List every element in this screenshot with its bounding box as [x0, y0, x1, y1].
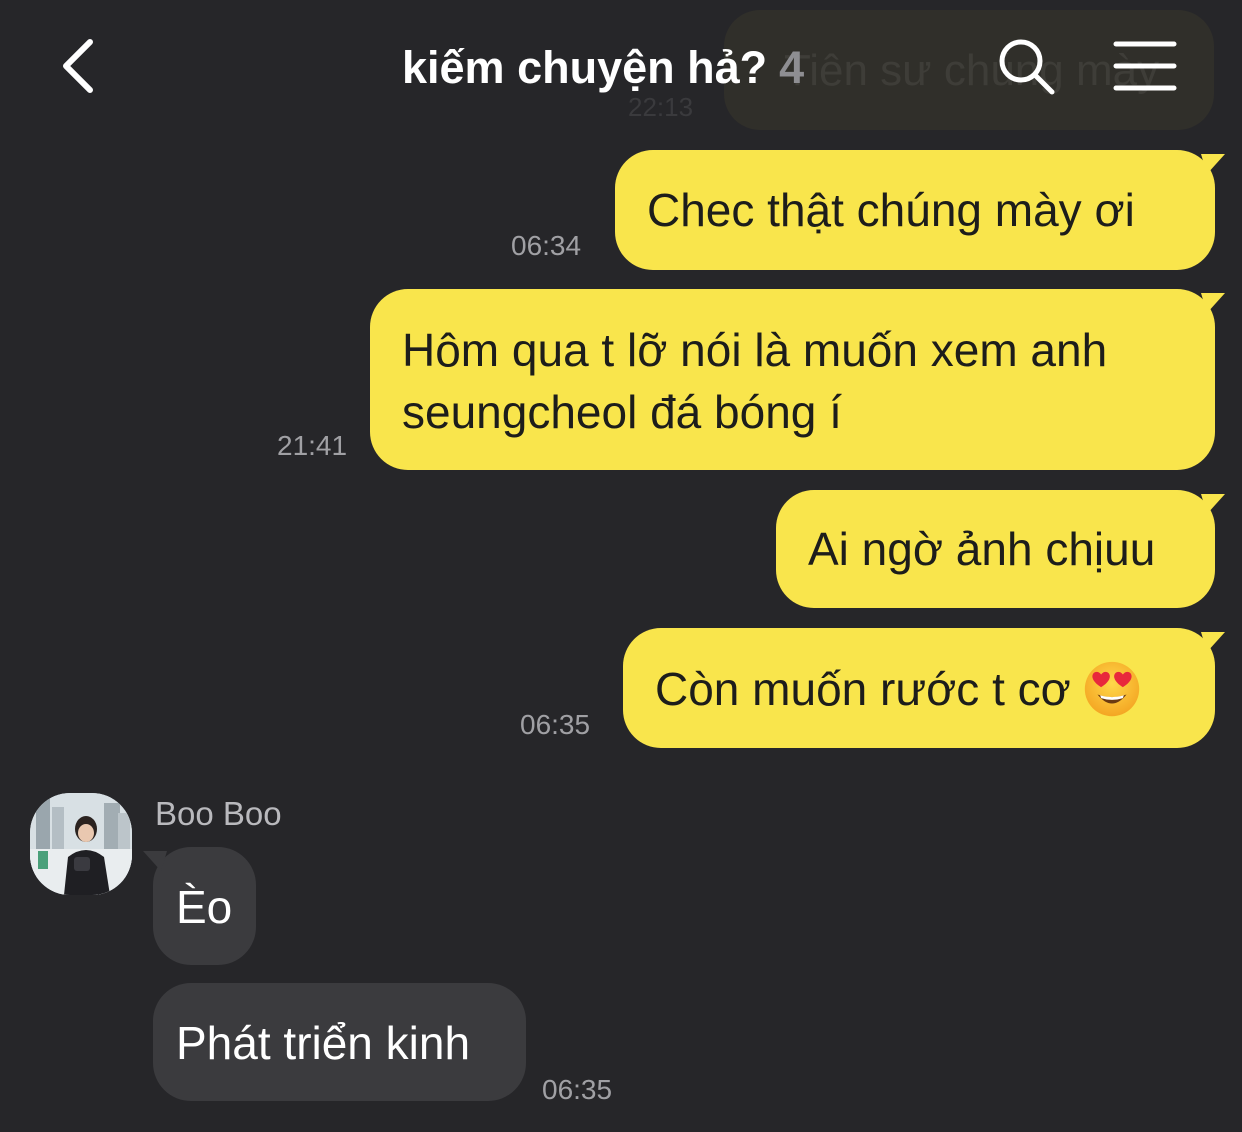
message-text: Ai ngờ ảnh chịuu	[808, 523, 1156, 575]
sender-name: Boo Boo	[155, 795, 282, 832]
member-count: 4	[779, 42, 805, 93]
my-message-bubble[interactable]: Chec thật chúng mày ơi	[615, 150, 1225, 270]
menu-button[interactable]	[1110, 38, 1180, 94]
bubble-tail	[1201, 154, 1225, 174]
avatar[interactable]	[30, 793, 132, 895]
chat-title[interactable]: kiếm chuyện hả? 4	[402, 40, 804, 96]
bubble-tail	[1201, 632, 1225, 652]
message-text: Èo	[176, 881, 233, 933]
message-time: 21:41	[277, 430, 348, 461]
search-icon	[999, 39, 1055, 95]
search-button[interactable]	[994, 34, 1058, 98]
their-message-bubble[interactable]: Èo	[143, 847, 256, 965]
hamburger-menu-icon	[1113, 41, 1177, 91]
message-text: Phát triển kinh	[176, 1017, 471, 1069]
bubble-tail	[143, 851, 167, 871]
message-time: 06:34	[511, 230, 582, 261]
heart-eyes-emoji-icon	[1084, 661, 1139, 717]
message-text: Còn muốn rước t cơ	[655, 663, 1071, 715]
bubble-tail	[1201, 293, 1225, 313]
my-message-bubble[interactable]: Hôm qua t lỡ nói là muốn xem anh seungch…	[370, 289, 1225, 470]
my-message-bubble[interactable]: Còn muốn rước t cơ	[623, 628, 1225, 748]
message-time: 06:35	[542, 1074, 613, 1105]
message-text-line: seungcheol đá bóng í	[402, 386, 842, 438]
message-time: 06:35	[520, 709, 591, 740]
my-message-bubble[interactable]: Ai ngờ ảnh chịuu	[776, 490, 1225, 608]
back-button[interactable]	[52, 34, 112, 98]
message-text: Chec thật chúng mày ơi	[647, 184, 1135, 236]
message-text-line: Hôm qua t lỡ nói là muốn xem anh	[402, 324, 1108, 376]
chat-title-text: kiếm chuyện hả?	[402, 42, 768, 93]
chevron-left-icon	[63, 39, 93, 93]
their-message-bubble[interactable]: Phát triển kinh	[153, 983, 526, 1101]
chat-header: kiếm chuyện hả? 4	[0, 0, 1242, 135]
avatar-photo	[30, 793, 132, 895]
bubble-tail	[1201, 494, 1225, 514]
